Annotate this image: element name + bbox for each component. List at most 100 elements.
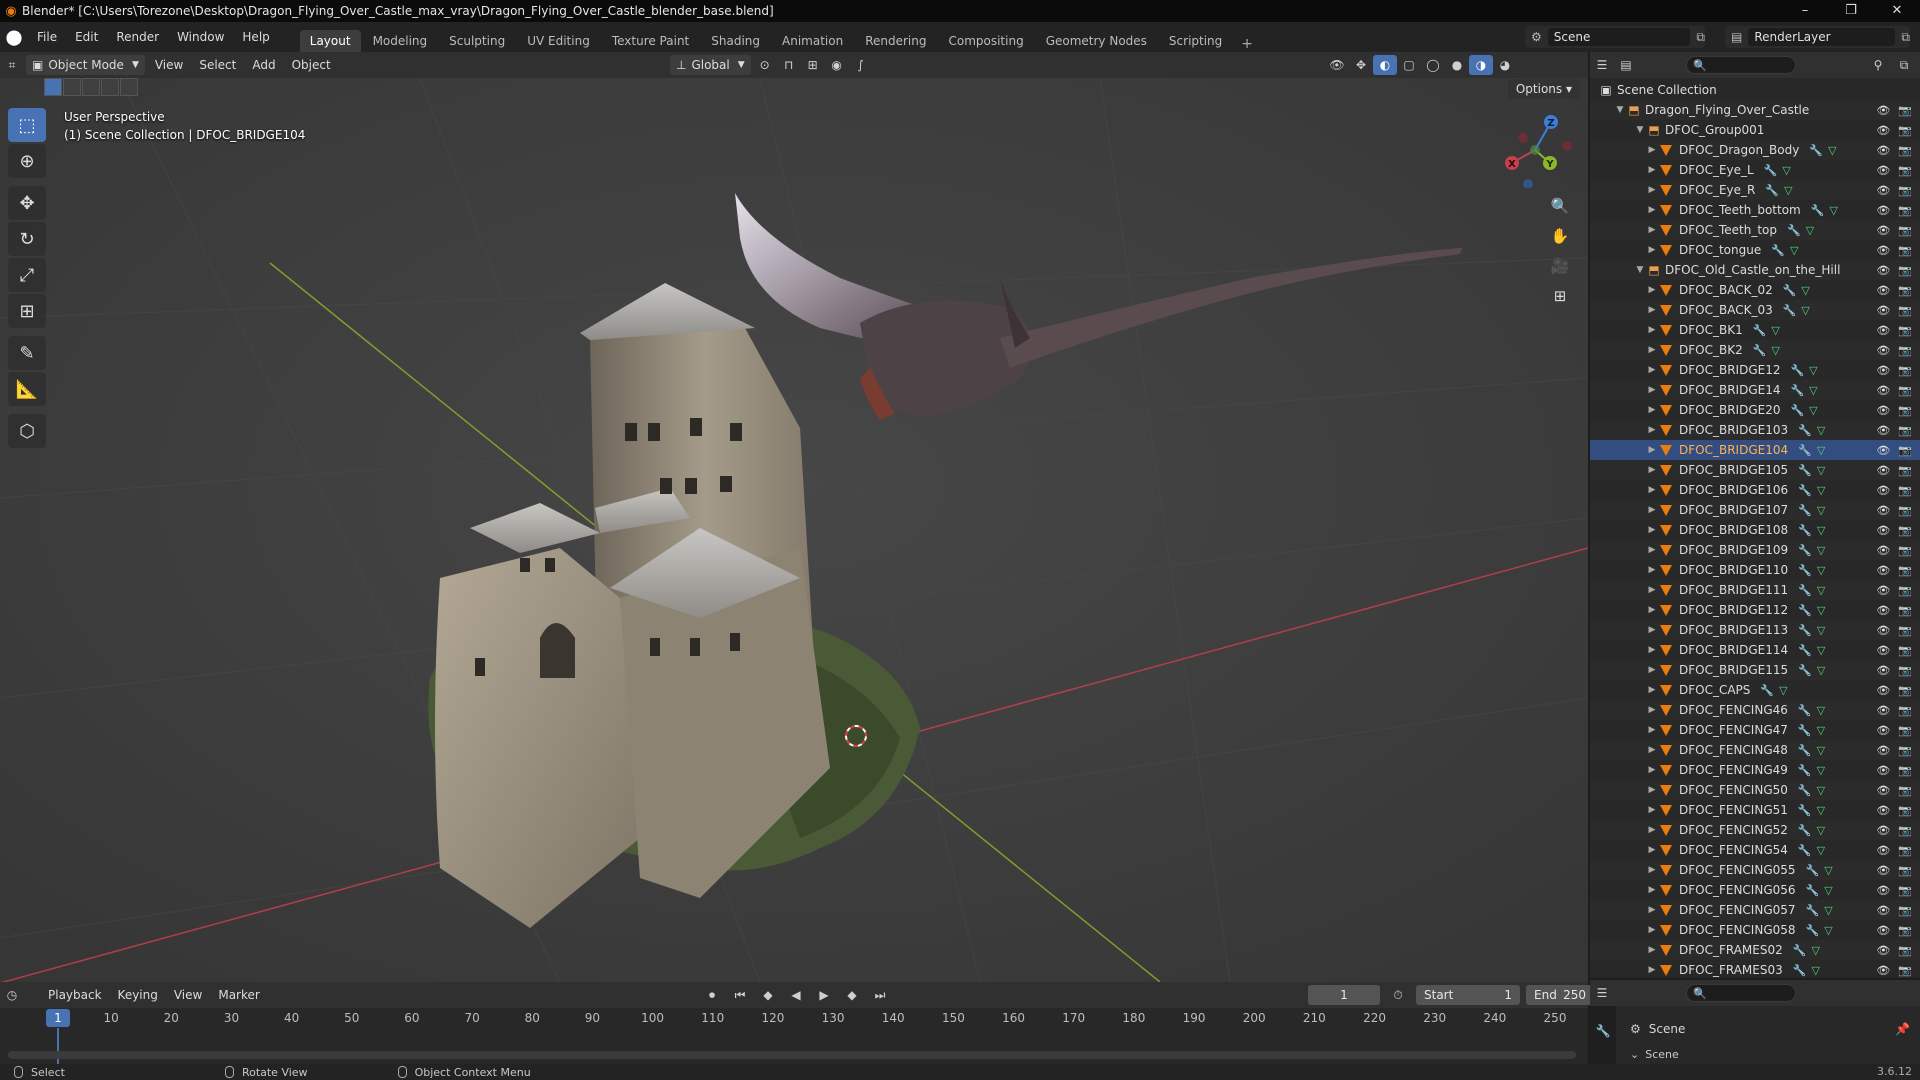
modifier-wrench-icon[interactable]: 🔧 [1798,764,1812,777]
tab-scripting[interactable]: Scripting [1159,30,1232,52]
orientation-dropdown[interactable]: ⊥ Global ▼ [670,55,751,75]
eye-visibility-icon[interactable]: 👁 [1876,144,1890,157]
modifier-wrench-icon[interactable]: 🔧 [1753,324,1767,337]
modifier-wrench-icon[interactable]: 🔧 [1798,564,1812,577]
mesh-data-icon[interactable]: ▽ [1771,324,1779,337]
render-layer-selector[interactable]: ▤ RenderLayer ⧉ [1725,26,1910,48]
outliner-object-row[interactable]: ▶ DFOC_FENCING54 🔧 ▽ 👁 📷 [1590,840,1920,860]
collapse-arrow-icon[interactable]: ▶ [1646,145,1658,155]
cursor-tool-icon[interactable]: ⊕ [8,144,46,178]
scale-tool-icon[interactable]: ⤢ [8,258,46,292]
outliner-object-row[interactable]: ▶ DFOC_BACK_02 🔧 ▽ 👁 📷 [1590,280,1920,300]
collapse-arrow-icon[interactable]: ▶ [1646,305,1658,315]
outliner-object-row[interactable]: ▶ DFOC_FENCING057 🔧 ▽ 👁 📷 [1590,900,1920,920]
collapse-arrow-icon[interactable]: ▶ [1646,905,1658,915]
annotate-tool-icon[interactable]: ✎ [8,336,46,370]
select-subtract-icon[interactable] [82,78,100,96]
eye-visibility-icon[interactable]: 👁 [1876,344,1890,357]
modifier-wrench-icon[interactable]: 🔧 [1798,484,1812,497]
modifier-wrench-icon[interactable]: 🔧 [1798,664,1812,677]
preview-range-icon[interactable]: ⏱ [1386,985,1410,1005]
render-layer-field[interactable]: RenderLayer [1748,28,1896,46]
mesh-data-icon[interactable]: ▽ [1817,504,1825,517]
editor-type-icon[interactable]: ⌗ [0,55,24,75]
camera-render-icon[interactable]: 📷 [1898,884,1912,897]
mesh-data-icon[interactable]: ▽ [1817,724,1825,737]
snap-target-icon[interactable]: ⊞ [801,55,825,75]
mesh-data-icon[interactable]: ▽ [1817,424,1825,437]
collapse-arrow-icon[interactable]: ▶ [1646,525,1658,535]
outliner-search-input[interactable]: 🔍 [1686,56,1796,74]
camera-render-icon[interactable]: 📷 [1898,864,1912,877]
collapse-arrow-icon[interactable]: ▶ [1646,765,1658,775]
transform-tool-icon[interactable]: ⊞ [8,294,46,328]
mesh-data-icon[interactable]: ▽ [1817,744,1825,757]
camera-render-icon[interactable]: 📷 [1898,264,1912,277]
mesh-data-icon[interactable]: ▽ [1809,364,1817,377]
collapse-arrow-icon[interactable]: ▶ [1646,865,1658,875]
camera-render-icon[interactable]: 📷 [1898,844,1912,857]
mesh-data-icon[interactable]: ▽ [1817,644,1825,657]
select-box-tool-icon[interactable]: ⬚ [8,108,46,142]
material-shading-icon[interactable]: ◑ [1469,55,1493,75]
outliner[interactable]: ▣ Scene Collection ▼ ⬒ Dragon_Flying_Over_Ca… [1590,78,1920,978]
outliner-object-row[interactable]: ▶ DFOC_BRIDGE109 🔧 ▽ 👁 📷 [1590,540,1920,560]
eye-visibility-icon[interactable]: 👁 [1876,704,1890,717]
rendered-shading-icon[interactable]: ◕ [1493,55,1517,75]
tab-texture-paint[interactable]: Texture Paint [602,30,699,52]
mesh-data-icon[interactable]: ▽ [1817,824,1825,837]
blender-menu-icon[interactable]: ⬤ [0,28,28,46]
collapse-arrow-icon[interactable]: ▶ [1646,545,1658,555]
collapse-arrow-icon[interactable]: ▶ [1646,925,1658,935]
expand-arrow-icon[interactable]: ▼ [1634,265,1646,275]
modifier-wrench-icon[interactable]: 🔧 [1798,444,1812,457]
eye-visibility-icon[interactable]: 👁 [1876,604,1890,617]
collapse-arrow-icon[interactable]: ▶ [1646,225,1658,235]
eye-visibility-icon[interactable]: 👁 [1876,764,1890,777]
camera-render-icon[interactable]: 📷 [1898,444,1912,457]
camera-render-icon[interactable]: 📷 [1898,964,1912,977]
collapse-arrow-icon[interactable]: ▶ [1646,445,1658,455]
tab-animation[interactable]: Animation [772,30,853,52]
timeline[interactable]: 1 10 20 30 40 50 60 70 80 90 100 110 120 130 140 150 16… [0,1008,1588,1064]
collapse-arrow-icon[interactable]: ▶ [1646,405,1658,415]
outliner-object-row[interactable]: ▶ DFOC_BRIDGE110 🔧 ▽ 👁 📷 [1590,560,1920,580]
visibility-icon[interactable]: 👁 [1325,55,1349,75]
mesh-data-icon[interactable]: ▽ [1782,164,1790,177]
camera-render-icon[interactable]: 📷 [1898,764,1912,777]
start-frame-field[interactable]: Start 1 [1416,985,1520,1005]
3d-viewport[interactable]: Options ▾ User Perspective (1) Scene Col… [0,78,1588,982]
modifier-wrench-icon[interactable]: 🔧 [1806,924,1820,937]
modifier-wrench-icon[interactable]: 🔧 [1783,304,1797,317]
outliner-object-row[interactable]: ▶ DFOC_BRIDGE114 🔧 ▽ 👁 📷 [1590,640,1920,660]
camera-render-icon[interactable]: 📷 [1898,104,1912,117]
select-new-icon[interactable] [44,78,62,96]
collapse-arrow-icon[interactable]: ▶ [1646,785,1658,795]
tab-compositing[interactable]: Compositing [938,30,1033,52]
outliner-object-row[interactable]: ▶ DFOC_BRIDGE103 🔧 ▽ 👁 📷 [1590,420,1920,440]
outliner-object-row[interactable]: ▶ DFOC_BRIDGE104 🔧 ▽ 👁 📷 [1590,440,1920,460]
modifier-wrench-icon[interactable]: 🔧 [1806,904,1820,917]
mesh-data-icon[interactable]: ▽ [1801,304,1809,317]
mesh-data-icon[interactable]: ▽ [1829,204,1837,217]
current-frame-indicator[interactable]: 1 [46,1009,70,1027]
eye-visibility-icon[interactable]: 👁 [1876,444,1890,457]
modifier-wrench-icon[interactable]: 🔧 [1798,824,1812,837]
add-cube-tool-icon[interactable]: ⬡ [8,414,46,448]
eye-visibility-icon[interactable]: 👁 [1876,264,1890,277]
mesh-data-icon[interactable]: ▽ [1811,944,1819,957]
tab-layout[interactable]: Layout [299,30,361,52]
outliner-object-row[interactable]: ▶ DFOC_FENCING52 🔧 ▽ 👁 📷 [1590,820,1920,840]
outliner-object-row[interactable]: ▶ DFOC_BRIDGE115 🔧 ▽ 👁 📷 [1590,660,1920,680]
play-icon[interactable]: ▶ [812,985,836,1005]
eye-visibility-icon[interactable]: 👁 [1876,204,1890,217]
mesh-data-icon[interactable]: ▽ [1817,544,1825,557]
outliner-object-row[interactable]: ▶ DFOC_BRIDGE14 🔧 ▽ 👁 📷 [1590,380,1920,400]
current-frame-field[interactable]: 1 [1308,985,1380,1005]
pivot-icon[interactable]: ⊙ [753,55,777,75]
mesh-data-icon[interactable]: ▽ [1790,244,1798,257]
camera-render-icon[interactable]: 📷 [1898,304,1912,317]
outliner-object-row[interactable]: ▶ DFOC_Eye_L 🔧 ▽ 👁 📷 [1590,160,1920,180]
falloff-icon[interactable]: ∫ [849,55,873,75]
outliner-object-row[interactable]: ▶ DFOC_FENCING51 🔧 ▽ 👁 📷 [1590,800,1920,820]
